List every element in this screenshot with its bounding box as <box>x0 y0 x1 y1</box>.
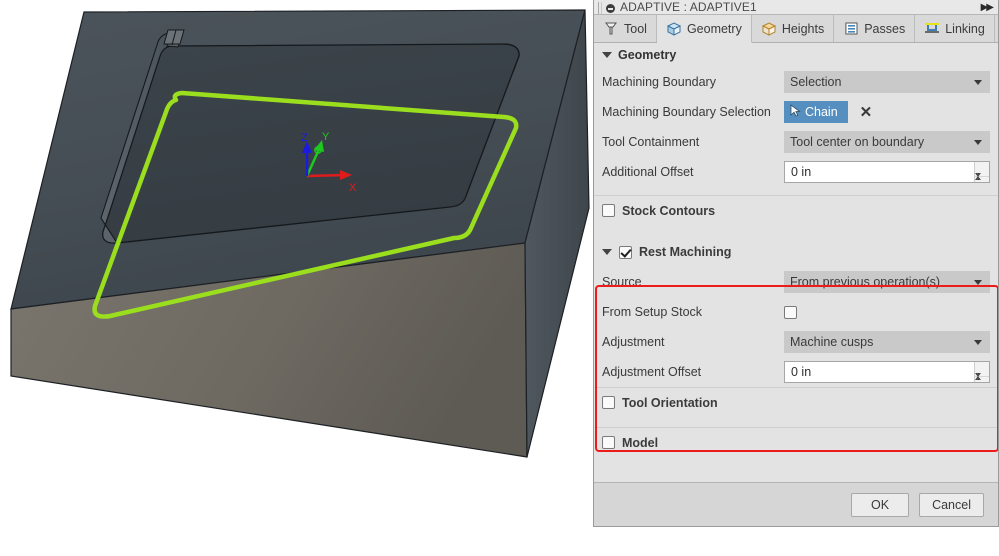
tab-tool[interactable]: Tool <box>594 15 657 42</box>
additional-offset-value[interactable]: 0 in <box>785 162 974 182</box>
stepper-buttons[interactable] <box>974 162 989 191</box>
caret-down-icon <box>975 173 981 191</box>
drag-grip[interactable] <box>598 2 602 14</box>
machining-boundary-select[interactable]: Selection <box>784 71 990 93</box>
caret-down-icon <box>975 373 981 391</box>
row-additional-offset: Additional Offset 0 in <box>594 157 998 191</box>
source-value: From previous operation(s) <box>790 275 941 289</box>
tool-containment-select[interactable]: Tool center on boundary <box>784 131 990 153</box>
geometry-icon <box>666 21 682 36</box>
model-checkbox[interactable] <box>602 436 615 449</box>
tab-linking[interactable]: Linking <box>915 15 995 42</box>
additional-offset-stepper[interactable]: 0 in <box>784 161 990 191</box>
tool-icon <box>603 21 619 36</box>
dialog-titlebar[interactable]: ADAPTIVE : ADAPTIVE1 ▶▶ <box>594 0 998 15</box>
stock-contours-label: Stock Contours <box>622 203 716 218</box>
row-machining-boundary-selection: Machining Boundary Selection Chain ✕ <box>594 97 998 127</box>
tab-passes[interactable]: Passes <box>834 15 916 42</box>
3d-cam-viewport[interactable]: X Y Z <box>0 0 594 556</box>
model-label: Model <box>622 435 659 450</box>
viewport-canvas[interactable]: X Y Z <box>0 0 594 556</box>
adjustment-offset-value[interactable]: 0 in <box>785 362 974 382</box>
tab-label: Tool <box>624 21 647 36</box>
chevron-down-icon[interactable] <box>974 79 982 85</box>
chevron-down-icon[interactable] <box>602 249 612 255</box>
geometry-group-header[interactable]: Geometry <box>594 43 998 67</box>
stock-contours-checkbox[interactable] <box>602 204 615 217</box>
section-rest-machining[interactable]: Rest Machining <box>594 237 998 267</box>
svg-text:Z: Z <box>301 132 308 144</box>
cancel-button[interactable]: Cancel <box>919 492 984 517</box>
ok-button[interactable]: OK <box>851 492 910 517</box>
machining-boundary-value: Selection <box>790 75 842 89</box>
tab-heights[interactable]: Heights <box>752 15 835 42</box>
dialog-body: Geometry Machining Boundary Selection Ma… <box>594 43 998 482</box>
tool-containment-label: Tool Containment <box>602 135 700 149</box>
adjustment-select[interactable]: Machine cusps <box>784 331 990 353</box>
tab-geometry[interactable]: Geometry <box>656 15 752 43</box>
adaptive-operation-dialog: ADAPTIVE : ADAPTIVE1 ▶▶ Tool Geometry He… <box>593 0 999 527</box>
geometry-group-label: Geometry <box>618 48 677 62</box>
machining-boundary-selection-label: Machining Boundary Selection <box>602 105 771 119</box>
chevron-down-icon[interactable] <box>602 52 612 58</box>
adjustment-offset-label: Adjustment Offset <box>602 365 702 379</box>
source-select[interactable]: From previous operation(s) <box>784 271 990 293</box>
linking-icon <box>924 21 940 36</box>
tab-label: Linking <box>945 21 985 36</box>
chevron-down-icon[interactable] <box>974 279 982 285</box>
section-model[interactable]: Model <box>594 427 998 457</box>
row-machining-boundary: Machining Boundary Selection <box>594 67 998 97</box>
rest-machining-label: Rest Machining <box>639 245 732 259</box>
row-from-setup-stock: From Setup Stock <box>594 297 998 327</box>
rest-machining-checkbox[interactable] <box>619 245 632 259</box>
passes-icon <box>843 21 859 36</box>
tab-label: Passes <box>864 21 906 36</box>
adjustment-value: Machine cusps <box>790 335 874 349</box>
cursor-arrow-icon <box>790 104 801 120</box>
machining-boundary-label: Machining Boundary <box>602 75 716 89</box>
tab-label: Geometry <box>686 21 742 36</box>
close-x-icon[interactable]: ✕ <box>860 105 873 120</box>
row-adjustment-offset: Adjustment Offset 0 in <box>594 357 998 391</box>
stepper-down-button[interactable] <box>975 373 989 391</box>
chain-button-label: Chain <box>805 105 838 119</box>
chain-select-button[interactable]: Chain <box>784 101 848 123</box>
svg-text:Y: Y <box>322 131 330 143</box>
source-label: Source <box>602 275 642 289</box>
adjustment-label: Adjustment <box>602 335 665 349</box>
dialog-footer: OK Cancel <box>594 482 998 526</box>
section-tool-orientation[interactable]: Tool Orientation <box>594 387 998 417</box>
additional-offset-label: Additional Offset <box>602 165 694 179</box>
adjustment-offset-stepper[interactable]: 0 in <box>784 361 990 391</box>
tool-orientation-label: Tool Orientation <box>622 395 718 410</box>
chevron-down-icon[interactable] <box>974 139 982 145</box>
tab-label: Heights <box>781 21 825 36</box>
stepper-buttons[interactable] <box>974 362 989 391</box>
row-source: Source From previous operation(s) <box>594 267 998 297</box>
tool-orientation-checkbox[interactable] <box>602 396 615 409</box>
fast-forward-icon[interactable]: ▶▶ <box>981 2 994 14</box>
dialog-title: ADAPTIVE : ADAPTIVE1 <box>620 0 757 14</box>
from-setup-stock-checkbox[interactable] <box>784 305 797 319</box>
app-root: X Y Z ADAPTIVE : ADAPTIVE1 ▶▶ Tool Geome… <box>0 0 999 556</box>
row-tool-containment: Tool Containment Tool center on boundary <box>594 127 998 157</box>
tool-containment-value: Tool center on boundary <box>790 135 925 149</box>
row-adjustment: Adjustment Machine cusps <box>594 327 998 357</box>
chevron-down-icon[interactable] <box>974 339 982 345</box>
section-stock-contours[interactable]: Stock Contours <box>594 195 998 225</box>
svg-text:X: X <box>349 182 357 194</box>
stepper-down-button[interactable] <box>975 173 989 191</box>
from-setup-stock-label: From Setup Stock <box>602 305 703 319</box>
collapse-icon[interactable] <box>606 4 615 13</box>
dialog-tabstrip: Tool Geometry Heights Passes Linking <box>594 15 998 43</box>
heights-icon <box>761 21 777 36</box>
